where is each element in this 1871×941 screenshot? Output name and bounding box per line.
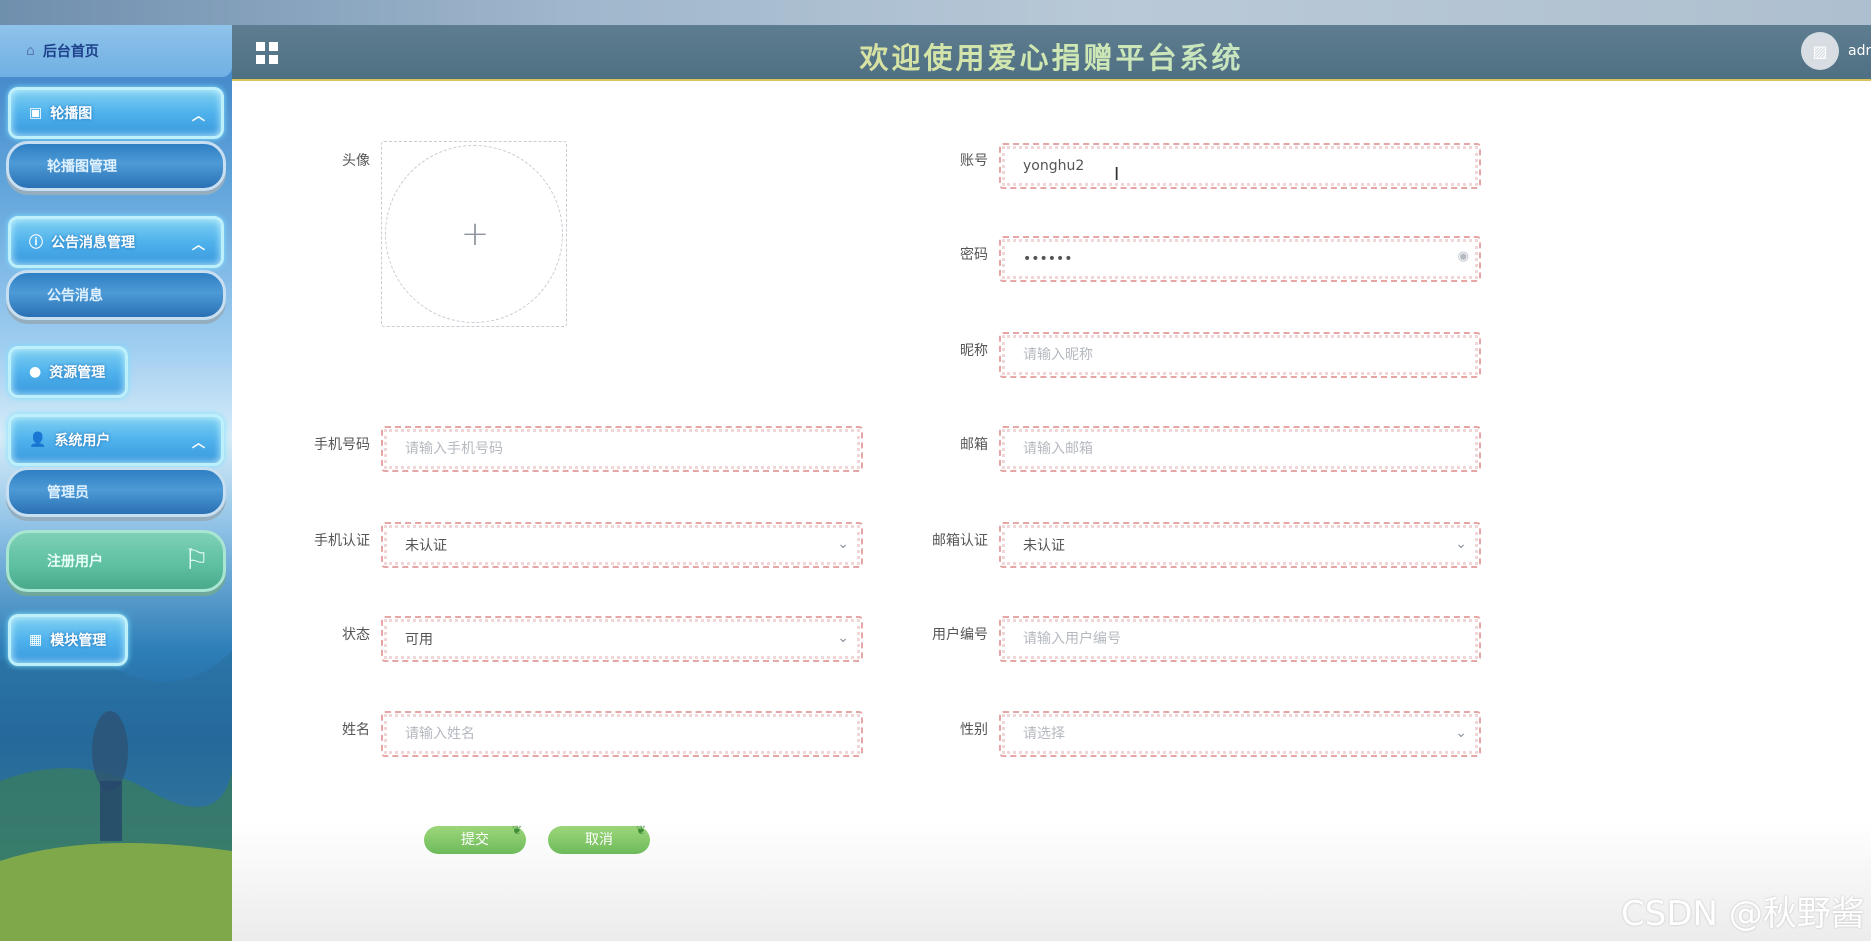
sidebar-group-label: 系统用户	[54, 433, 111, 449]
watermark: CSDN @秋野酱	[1621, 894, 1865, 934]
account-value: yonghu2	[1023, 158, 1085, 174]
submit-button[interactable]: 提交 ❦	[424, 823, 526, 854]
leaf-icon: ❦	[635, 823, 646, 837]
nickname-field[interactable]	[999, 332, 1481, 378]
user-no-label: 用户编号	[932, 627, 988, 643]
chevron-down-icon: ⌄	[1455, 725, 1467, 741]
info-icon: ⓘ	[29, 235, 43, 251]
email-field[interactable]	[999, 426, 1481, 472]
sidebar-item-label: 轮播图管理	[47, 159, 117, 175]
sidebar-group-module[interactable]: ▦ 模块管理	[8, 614, 128, 666]
email-verify-select[interactable]: 未认证 ⌄	[999, 522, 1481, 568]
user-no-field[interactable]	[999, 616, 1481, 662]
signpost-icon: ⚐	[183, 543, 209, 576]
cancel-label: 取消	[585, 832, 613, 848]
grid-icon: ▦	[29, 632, 43, 648]
submit-label: 提交	[461, 832, 489, 848]
password-label: 密码	[960, 247, 988, 263]
phone-input[interactable]	[405, 441, 770, 457]
phone-field[interactable]	[381, 426, 863, 472]
chevron-down-icon: ⌄	[837, 536, 849, 552]
phone-label: 手机号码	[314, 437, 370, 453]
phone-verify-select[interactable]: 未认证 ⌄	[381, 522, 863, 568]
sidebar-group-resource[interactable]: ● 资源管理	[8, 346, 128, 398]
nickname-label: 昵称	[960, 343, 988, 359]
home-icon: ⌂	[26, 43, 35, 59]
password-field[interactable]: •••••• ◉	[999, 236, 1481, 282]
account-label: 账号	[960, 153, 988, 169]
chevron-up-icon: ︿	[191, 436, 205, 451]
chevron-up-icon: ︿	[191, 238, 205, 253]
text-cursor-icon: I	[1114, 164, 1120, 185]
sidebar-item-registered-user[interactable]: 注册用户 ⚐	[6, 530, 226, 592]
name-label: 姓名	[342, 722, 370, 738]
gender-select[interactable]: ⌄	[999, 711, 1481, 757]
sidebar-group-label: 模块管理	[50, 633, 107, 649]
page-title: 欢迎使用爱心捐赠平台系统	[232, 35, 1871, 77]
name-input[interactable]	[405, 726, 770, 742]
nickname-input[interactable]	[1023, 347, 1388, 363]
phone-verify-value: 未认证	[405, 538, 447, 554]
sidebar-item-carousel-manage[interactable]: 轮播图管理	[6, 141, 226, 191]
status-value: 可用	[405, 632, 433, 648]
image-icon: ▣	[29, 105, 43, 121]
sidebar-item-admin[interactable]: 管理员	[6, 467, 226, 517]
email-label: 邮箱	[960, 437, 988, 453]
gender-label: 性别	[960, 722, 988, 738]
user-no-input[interactable]	[1023, 631, 1388, 647]
sidebar-item-notice[interactable]: 公告消息	[6, 270, 226, 320]
avatar-uploader[interactable]: +	[381, 141, 567, 327]
bulb-icon: ●	[29, 364, 42, 380]
header: 欢迎使用爱心捐赠平台系统 ▨ adm	[232, 25, 1871, 81]
sidebar-item-label: 管理员	[47, 485, 89, 501]
sidebar-group-label: 资源管理	[49, 365, 106, 381]
phone-verify-label: 手机认证	[314, 533, 370, 549]
password-value: ••••••	[1023, 251, 1073, 267]
sidebar-item-label: 注册用户	[47, 554, 103, 570]
status-label: 状态	[342, 627, 370, 643]
email-verify-value: 未认证	[1023, 538, 1065, 554]
account-field[interactable]: yonghu2	[999, 143, 1481, 189]
top-strip	[0, 0, 1871, 25]
sidebar-home[interactable]: ⌂ 后台首页	[0, 25, 232, 77]
username[interactable]: adm	[1848, 43, 1871, 59]
gender-input[interactable]	[1023, 726, 1388, 742]
avatar-label: 头像	[342, 153, 370, 169]
image-icon: ▨	[1812, 41, 1828, 61]
sidebar-group-carousel[interactable]: ▣ 轮播图 ︿	[8, 87, 224, 139]
plus-icon: +	[460, 214, 490, 254]
chevron-down-icon: ⌄	[837, 630, 849, 646]
chevron-up-icon: ︿	[191, 109, 205, 124]
cancel-button[interactable]: 取消 ❦	[548, 823, 650, 854]
email-verify-label: 邮箱认证	[932, 533, 988, 549]
leaf-icon: ❦	[511, 823, 522, 837]
sidebar-home-label: 后台首页	[42, 44, 99, 60]
sidebar-item-label: 公告消息	[47, 288, 103, 304]
avatar[interactable]: ▨	[1801, 32, 1839, 70]
status-select[interactable]: 可用 ⌄	[381, 616, 863, 662]
chevron-down-icon: ⌄	[1455, 536, 1467, 552]
eye-icon[interactable]: ◉	[1458, 249, 1469, 264]
user-icon: 👤	[29, 432, 47, 448]
sidebar: ⌂ 后台首页 ▣ 轮播图 ︿ 轮播图管理 ⓘ 公告消息管理 ︿ 公告消息 ● 资…	[0, 25, 232, 941]
email-input[interactable]	[1023, 441, 1388, 457]
sidebar-group-label: 公告消息管理	[51, 235, 135, 251]
sidebar-group-notice[interactable]: ⓘ 公告消息管理 ︿	[8, 216, 224, 268]
name-field[interactable]	[381, 711, 863, 757]
sidebar-group-system-user[interactable]: 👤 系统用户 ︿	[8, 414, 224, 466]
sidebar-group-label: 轮播图	[50, 106, 93, 122]
